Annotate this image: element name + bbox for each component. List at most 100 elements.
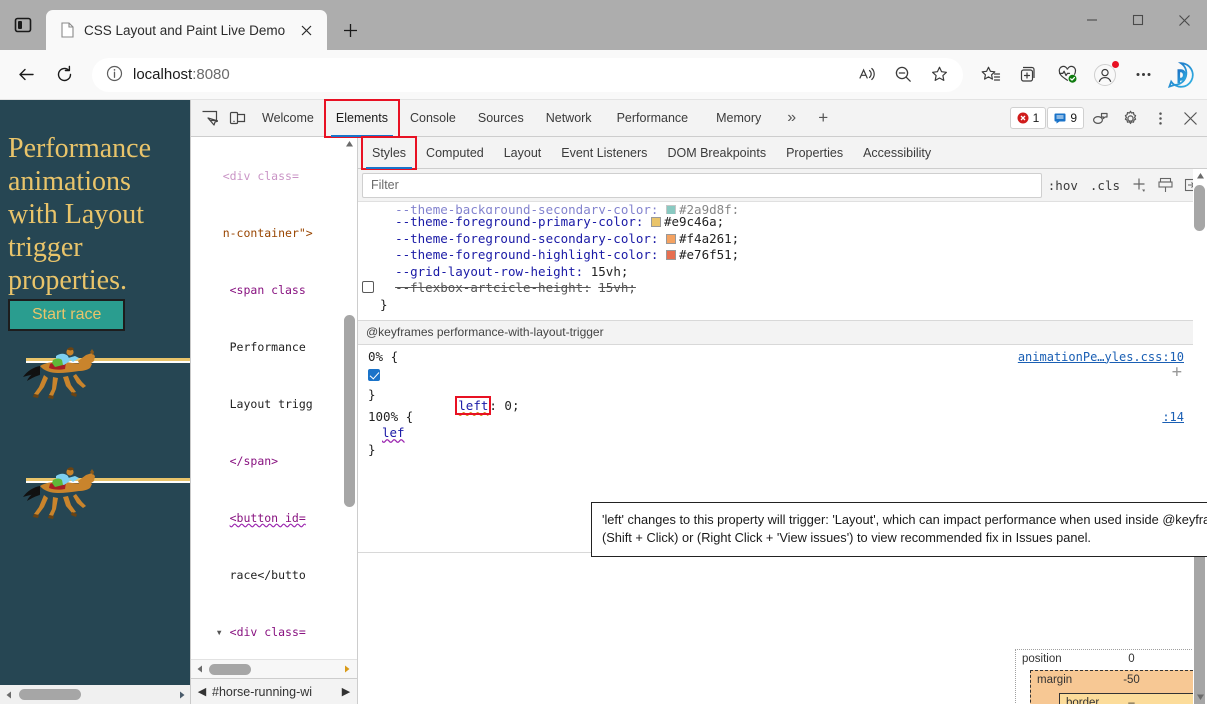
favorite-star-icon[interactable] bbox=[921, 57, 957, 93]
add-panel-button[interactable]: + bbox=[808, 100, 838, 137]
css-declaration-disabled[interactable]: --flexbox-artcicle-height: 15vh; bbox=[358, 280, 1194, 297]
toggle-print-media-icon[interactable] bbox=[1152, 173, 1178, 198]
close-devtools-icon[interactable] bbox=[1176, 104, 1204, 132]
dom-scroll-up-icon[interactable] bbox=[343, 137, 356, 151]
dom-tree-pane[interactable]: <div class= n-container"> <span class Pe… bbox=[191, 137, 358, 704]
settings-gear-icon[interactable] bbox=[1116, 104, 1144, 132]
maximize-button[interactable] bbox=[1115, 0, 1161, 40]
inspect-element-icon[interactable] bbox=[195, 104, 223, 132]
customize-issues-icon[interactable] bbox=[1086, 104, 1114, 132]
property-enable-checkbox[interactable] bbox=[362, 281, 374, 293]
property-enable-checkbox[interactable] bbox=[368, 369, 380, 381]
css-declaration[interactable]: --theme-foreground-highlight-color: #e76… bbox=[358, 247, 1194, 264]
browser-essentials-icon[interactable] bbox=[1049, 57, 1085, 93]
css-declaration[interactable]: --theme-foreground-primary-color: #e9c46… bbox=[358, 214, 1194, 231]
dom-row[interactable]: Layout trigg bbox=[191, 395, 357, 414]
dom-hscrollbar-thumb[interactable] bbox=[209, 664, 251, 675]
css-property-name[interactable]: --flexbox-artcicle-height: bbox=[395, 280, 591, 295]
position-top-value[interactable]: 0 bbox=[1016, 653, 1207, 665]
subtab-properties[interactable]: Properties bbox=[776, 137, 853, 169]
keyframe-100-selector[interactable]: 100% {:14 bbox=[358, 409, 1194, 426]
dom-vertical-scrollbar[interactable] bbox=[343, 137, 356, 682]
devtools-tab-welcome[interactable]: Welcome bbox=[251, 100, 325, 137]
css-declaration[interactable]: --grid-layout-row-height: 15vh; bbox=[358, 264, 1194, 281]
styles-scrollbar-thumb[interactable] bbox=[1194, 551, 1205, 704]
styles-vertical-scrollbar[interactable] bbox=[1193, 169, 1207, 704]
css-property-value[interactable]: #e76f51; bbox=[679, 247, 739, 262]
devtools-more-options-icon[interactable] bbox=[1146, 104, 1174, 132]
css-property-name[interactable]: lef bbox=[382, 425, 405, 440]
browser-tab[interactable]: CSS Layout and Paint Live Demo bbox=[46, 10, 328, 50]
css-property-name[interactable]: --theme-foreground-secondary-color: bbox=[395, 231, 658, 246]
cls-toggle-button[interactable]: .cls bbox=[1084, 173, 1126, 198]
subtab-layout[interactable]: Layout bbox=[494, 137, 552, 169]
collections-icon[interactable] bbox=[973, 57, 1009, 93]
subtab-computed[interactable]: Computed bbox=[416, 137, 494, 169]
more-options-icon[interactable] bbox=[1125, 57, 1161, 93]
dom-row[interactable]: <div class= bbox=[191, 167, 357, 186]
color-swatch[interactable] bbox=[666, 205, 676, 214]
css-property-name[interactable]: --theme-foreground-primary-color: bbox=[395, 214, 643, 229]
dom-row[interactable]: ▾ <div class= bbox=[191, 623, 357, 642]
split-screen-icon[interactable] bbox=[1011, 57, 1047, 93]
devtools-tab-elements[interactable]: Elements bbox=[323, 98, 400, 138]
scroll-left-arrow-icon[interactable] bbox=[0, 685, 17, 704]
error-count-badge[interactable]: 1 bbox=[1009, 107, 1047, 129]
close-window-button[interactable] bbox=[1161, 0, 1207, 40]
breadcrumb-next-icon[interactable]: ▶ bbox=[339, 685, 353, 698]
breadcrumb-prev-icon[interactable]: ◀ bbox=[195, 685, 209, 698]
css-property-value[interactable]: #e9c46a; bbox=[664, 214, 724, 229]
more-tabs-chevron-icon[interactable]: » bbox=[775, 100, 808, 137]
zoom-out-icon[interactable] bbox=[885, 57, 921, 93]
refresh-button-icon[interactable] bbox=[46, 57, 82, 93]
minimize-button[interactable] bbox=[1069, 0, 1115, 40]
dom-tree[interactable]: <div class= n-container"> <span class Pe… bbox=[191, 137, 357, 704]
scrollbar-track[interactable] bbox=[17, 685, 173, 704]
dom-row[interactable]: </span> bbox=[191, 452, 357, 471]
box-model-border[interactable]: border – – – – padding – – – bbox=[1059, 693, 1204, 704]
subtab-event-listeners[interactable]: Event Listeners bbox=[551, 137, 657, 169]
dom-scrollbar-thumb[interactable] bbox=[344, 315, 355, 507]
styles-filter-input[interactable]: Filter bbox=[362, 172, 1042, 198]
devtools-tab-performance[interactable]: Performance bbox=[603, 100, 703, 137]
stylesheet-source-link-2[interactable]: :14 bbox=[1162, 409, 1184, 426]
tab-actions-icon[interactable] bbox=[0, 0, 46, 50]
keyframe-0-selector[interactable]: 0% {animationPe…yles.css:10 bbox=[358, 349, 1194, 366]
css-property-value[interactable]: 15vh; bbox=[591, 264, 629, 279]
keyframe-0-declaration[interactable]: left: 0; + bbox=[358, 364, 1194, 415]
css-declaration[interactable]: --theme-foreground-secondary-color: #f4a… bbox=[358, 231, 1194, 248]
add-new-rule-icon[interactable] bbox=[1126, 173, 1152, 198]
subtab-accessibility[interactable]: Accessibility bbox=[853, 137, 941, 169]
dom-row[interactable]: <button id= bbox=[191, 509, 357, 528]
subtab-dom-breakpoints[interactable]: DOM Breakpoints bbox=[657, 137, 776, 169]
css-declaration-truncated[interactable]: --theme-background-secondary-color: #2a9… bbox=[358, 202, 1194, 214]
color-swatch[interactable] bbox=[666, 250, 676, 260]
copilot-icon[interactable] bbox=[1163, 57, 1199, 93]
new-tab-button[interactable] bbox=[333, 13, 367, 47]
address-bar[interactable]: localhost:8080 bbox=[92, 57, 963, 93]
hov-toggle-button[interactable]: :hov bbox=[1042, 173, 1084, 198]
stylesheet-source-link[interactable]: animationPe…yles.css:10 bbox=[1018, 349, 1184, 366]
devtools-tab-sources[interactable]: Sources bbox=[467, 100, 535, 137]
box-model-margin[interactable]: margin -50 – – – border – – – – bbox=[1030, 670, 1207, 704]
add-property-icon[interactable]: + bbox=[1172, 364, 1182, 381]
devtools-tab-console[interactable]: Console bbox=[399, 100, 467, 137]
devtools-tab-memory[interactable]: Memory bbox=[702, 100, 775, 137]
start-race-button[interactable]: Start race bbox=[8, 299, 126, 332]
css-property-name[interactable]: --grid-layout-row-height: bbox=[395, 264, 583, 279]
breadcrumb-item[interactable]: #horse-running-wi bbox=[212, 685, 336, 699]
device-toolbar-icon[interactable] bbox=[223, 104, 251, 132]
styles-scrollbar-thumb-upper[interactable] bbox=[1194, 185, 1205, 231]
page-horizontal-scrollbar[interactable] bbox=[0, 685, 190, 704]
dom-horizontal-scrollbar[interactable] bbox=[191, 659, 357, 678]
scrollbar-thumb[interactable] bbox=[19, 689, 81, 700]
keyframe-100-declaration[interactable]: lef bbox=[358, 425, 1194, 442]
styles-scroll-down-icon[interactable] bbox=[1193, 690, 1207, 704]
dom-row[interactable]: <span class bbox=[191, 281, 357, 300]
box-model-position[interactable]: position 0 0 0 0 margin -50 – – – bo bbox=[1015, 649, 1207, 704]
dom-breadcrumb-bar[interactable]: ◀ #horse-running-wi ▶ bbox=[191, 678, 357, 704]
css-rules-list[interactable]: --theme-background-secondary-color: #2a9… bbox=[358, 202, 1194, 552]
styles-scroll-up-icon[interactable] bbox=[1193, 169, 1207, 183]
dom-row[interactable]: race</butto bbox=[191, 566, 357, 585]
profile-button[interactable] bbox=[1087, 57, 1123, 93]
